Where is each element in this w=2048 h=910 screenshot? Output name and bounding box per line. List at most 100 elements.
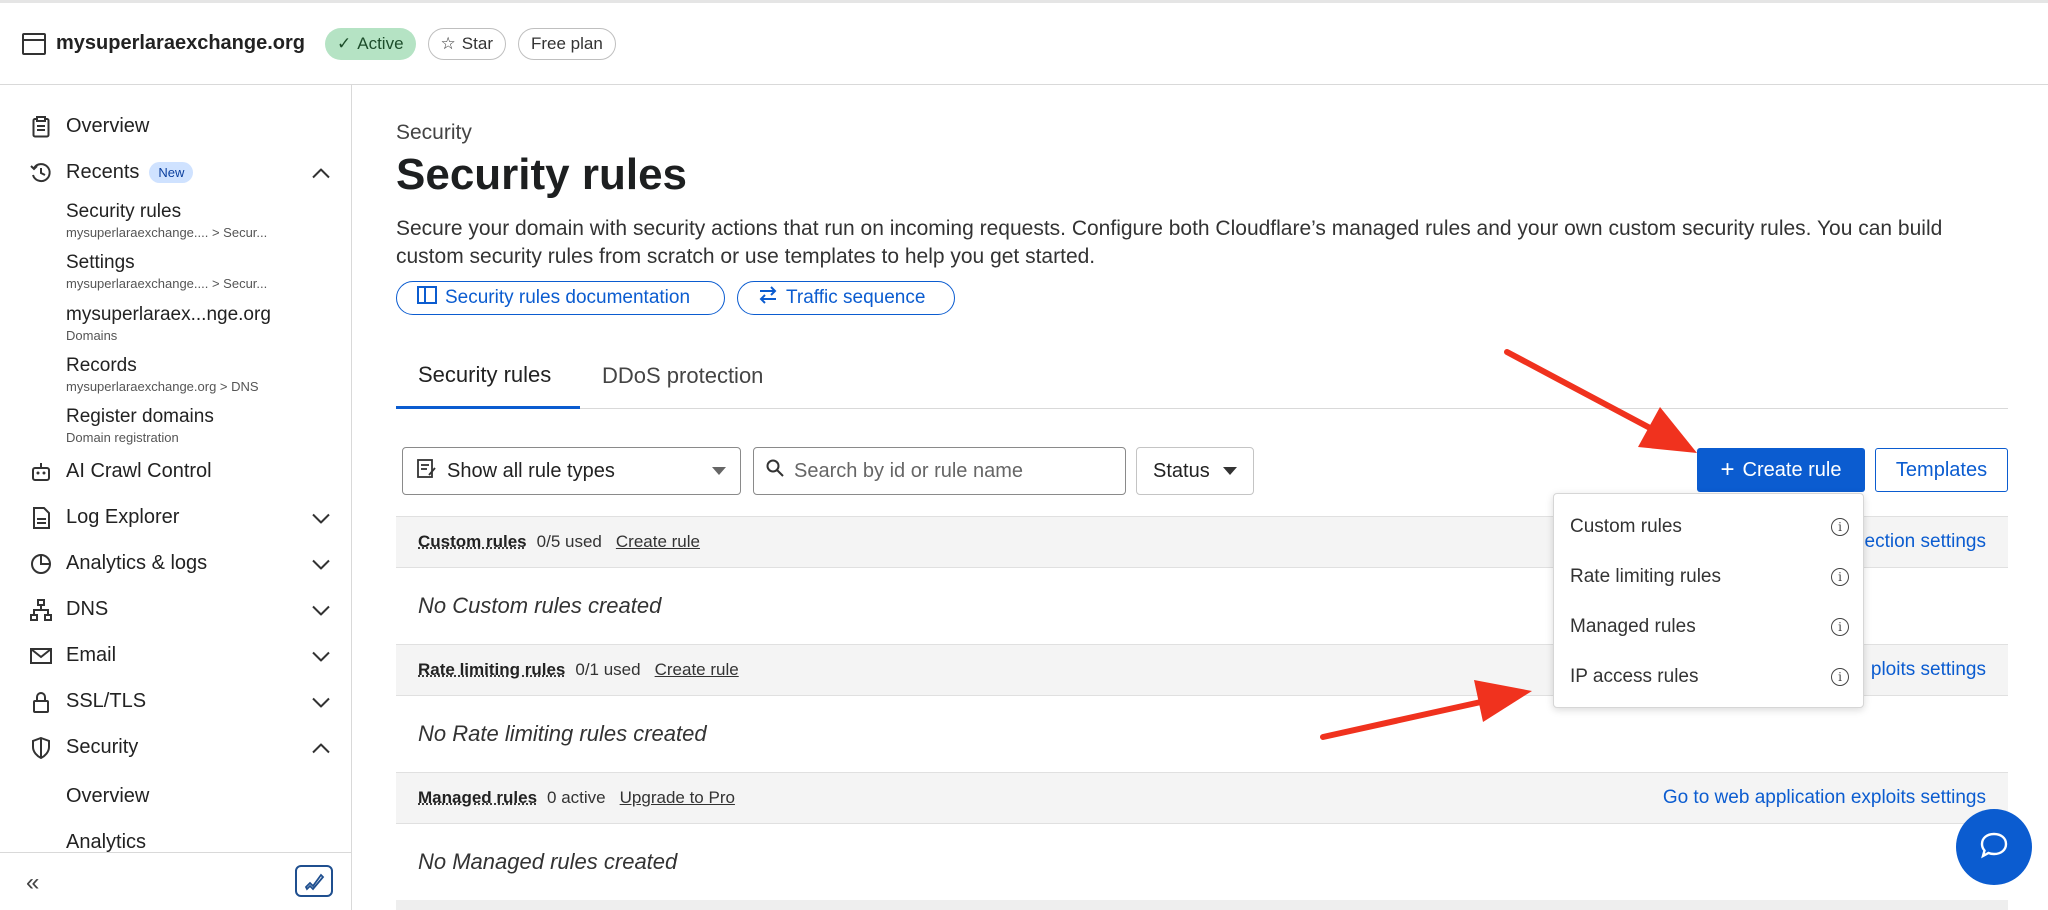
- rule-type-icon: [417, 458, 437, 484]
- empty-state: No Custom rules created: [418, 593, 662, 618]
- menu-item-label: IP access rules: [1570, 666, 1699, 687]
- create-rule-link[interactable]: Create rule: [655, 660, 739, 680]
- info-icon[interactable]: i: [1831, 568, 1849, 586]
- chevron-down-icon[interactable]: [312, 552, 330, 575]
- sidebar-item-log-explorer[interactable]: Log Explorer: [30, 506, 330, 529]
- menu-item-managed-rules[interactable]: Managed rules i: [1570, 616, 1849, 638]
- recent-item[interactable]: mysuperlaraex...nge.org Domains: [66, 304, 326, 343]
- caret-down-icon: [712, 467, 726, 475]
- menu-item-rate-limiting-rules[interactable]: Rate limiting rules i: [1570, 566, 1849, 588]
- scroll-edge: [396, 900, 2008, 910]
- search-box[interactable]: [753, 447, 1126, 495]
- check-icon: ✓: [337, 33, 352, 53]
- tab-ddos-protection[interactable]: DDoS protection: [602, 343, 763, 409]
- recent-item-subtitle: mysuperlaraexchange.org > DNS: [66, 379, 259, 394]
- recent-item-title: Security rules: [66, 201, 182, 222]
- empty-state: No Rate limiting rules created: [418, 721, 707, 746]
- chevron-up-icon[interactable]: [312, 161, 330, 184]
- star-label: Star: [461, 33, 493, 53]
- sidebar-item-label: Overview: [66, 115, 150, 137]
- pie-chart-icon: [30, 553, 52, 575]
- settings-link[interactable]: Go to web application exploits settings: [1663, 787, 1986, 809]
- rule-type-select[interactable]: Show all rule types: [402, 447, 741, 495]
- section-name[interactable]: Custom rules: [418, 532, 527, 552]
- sidebar: Overview Recents New Security rules mysu…: [0, 85, 352, 910]
- sidebar-item-dns[interactable]: DNS: [30, 598, 330, 621]
- traffic-sequence-link[interactable]: Traffic sequence: [737, 281, 955, 315]
- collapse-sidebar-icon[interactable]: «: [26, 869, 39, 897]
- search-input[interactable]: [794, 459, 1094, 483]
- clipboard-icon: [30, 115, 52, 138]
- feedback-icon[interactable]: [295, 865, 333, 897]
- managed-rules-header: Managed rules 0 active Upgrade to Pro Go…: [396, 772, 2008, 824]
- recent-item[interactable]: Settings mysuperlaraexchange.... > Secur…: [66, 252, 326, 291]
- settings-link[interactable]: ploits settings: [1871, 659, 1986, 681]
- sidebar-item-analytics-logs[interactable]: Analytics & logs: [30, 552, 330, 575]
- plan-badge[interactable]: Free plan: [517, 27, 616, 60]
- info-icon[interactable]: i: [1831, 668, 1849, 686]
- recent-item[interactable]: Register domains Domain registration: [66, 406, 326, 445]
- info-icon[interactable]: i: [1831, 518, 1849, 536]
- recent-item[interactable]: Records mysuperlaraexchange.org > DNS: [66, 355, 326, 394]
- sidebar-item-security[interactable]: Security: [30, 736, 330, 759]
- section-name[interactable]: Managed rules: [418, 788, 537, 808]
- sidebar-item-label: Security: [66, 736, 139, 758]
- recent-item-subtitle: mysuperlaraexchange.... > Secur...: [66, 225, 268, 240]
- menu-item-custom-rules[interactable]: Custom rules i: [1570, 516, 1849, 538]
- recent-item-title: Register domains: [66, 406, 214, 427]
- rule-type-value: Show all rule types: [447, 459, 615, 482]
- recent-item-subtitle: mysuperlaraexchange.... > Secur...: [66, 276, 268, 291]
- document-log-icon: [30, 506, 52, 529]
- upgrade-link[interactable]: Upgrade to Pro: [620, 788, 735, 808]
- recent-item[interactable]: Security rules mysuperlaraexchange.... >…: [66, 201, 326, 240]
- info-icon[interactable]: i: [1831, 618, 1849, 636]
- templates-button[interactable]: Templates: [1875, 448, 2008, 492]
- sidebar-item-label: AI Crawl Control: [66, 460, 212, 482]
- security-rules-documentation-link[interactable]: Security rules documentation: [396, 281, 725, 315]
- sidebar-item-ssl-tls[interactable]: SSL/TLS: [30, 690, 330, 713]
- chevron-down-icon[interactable]: [312, 506, 330, 529]
- sidebar-item-overview[interactable]: Overview: [30, 115, 330, 138]
- sidebar-footer: «: [0, 852, 351, 910]
- sidebar-item-email[interactable]: Email: [30, 644, 330, 667]
- section-name[interactable]: Rate limiting rules: [418, 660, 565, 680]
- star-icon: ☆: [440, 33, 456, 53]
- recent-item-title: Settings: [66, 252, 135, 273]
- usage-count: 0/5 used: [536, 532, 602, 551]
- tab-bar: Security rules DDoS protection: [396, 343, 2008, 409]
- recent-item-subtitle: Domains: [66, 328, 118, 343]
- chevron-down-icon[interactable]: [312, 690, 330, 713]
- breadcrumb[interactable]: Security: [396, 121, 472, 145]
- sidebar-item-label: DNS: [66, 598, 109, 620]
- sidebar-subitem-analytics[interactable]: Analytics: [66, 831, 146, 854]
- top-bar: mysuperlaraexchange.org ✓ Active ☆ Star …: [0, 0, 2048, 85]
- chevron-down-icon[interactable]: [312, 598, 330, 621]
- domain-name[interactable]: mysuperlaraexchange.org: [56, 32, 305, 55]
- status-filter[interactable]: Status: [1136, 447, 1254, 495]
- menu-item-ip-access-rules[interactable]: IP access rules i: [1570, 666, 1849, 688]
- robot-icon: [30, 461, 52, 483]
- tab-security-rules[interactable]: Security rules: [396, 343, 580, 409]
- chat-support-button[interactable]: [1956, 809, 2032, 885]
- create-rule-button[interactable]: + Create rule: [1697, 448, 1865, 492]
- link-label: Traffic sequence: [786, 287, 926, 308]
- status-filter-label: Status: [1153, 459, 1210, 482]
- network-tree-icon: [30, 598, 52, 621]
- star-button[interactable]: ☆ Star: [427, 27, 506, 60]
- link-label: Security rules documentation: [445, 287, 691, 308]
- create-rule-label: Create rule: [1742, 458, 1842, 481]
- book-icon: [417, 286, 437, 310]
- sidebar-item-ai-crawl-control[interactable]: AI Crawl Control: [30, 460, 330, 483]
- create-rule-menu: Custom rules i Rate limiting rules i Man…: [1553, 493, 1864, 708]
- chevron-down-icon[interactable]: [312, 644, 330, 667]
- settings-link[interactable]: ection settings: [1865, 531, 1986, 553]
- lock-icon: [30, 691, 52, 713]
- create-rule-link[interactable]: Create rule: [616, 532, 700, 552]
- swap-arrows-icon: [758, 286, 778, 310]
- sidebar-subitem-overview[interactable]: Overview: [66, 785, 149, 808]
- menu-item-label: Custom rules: [1570, 516, 1682, 537]
- browser-window-icon: [22, 32, 46, 55]
- chevron-up-icon[interactable]: [312, 736, 330, 759]
- caret-down-icon: [1223, 467, 1237, 475]
- sidebar-item-recents[interactable]: Recents New: [30, 161, 330, 184]
